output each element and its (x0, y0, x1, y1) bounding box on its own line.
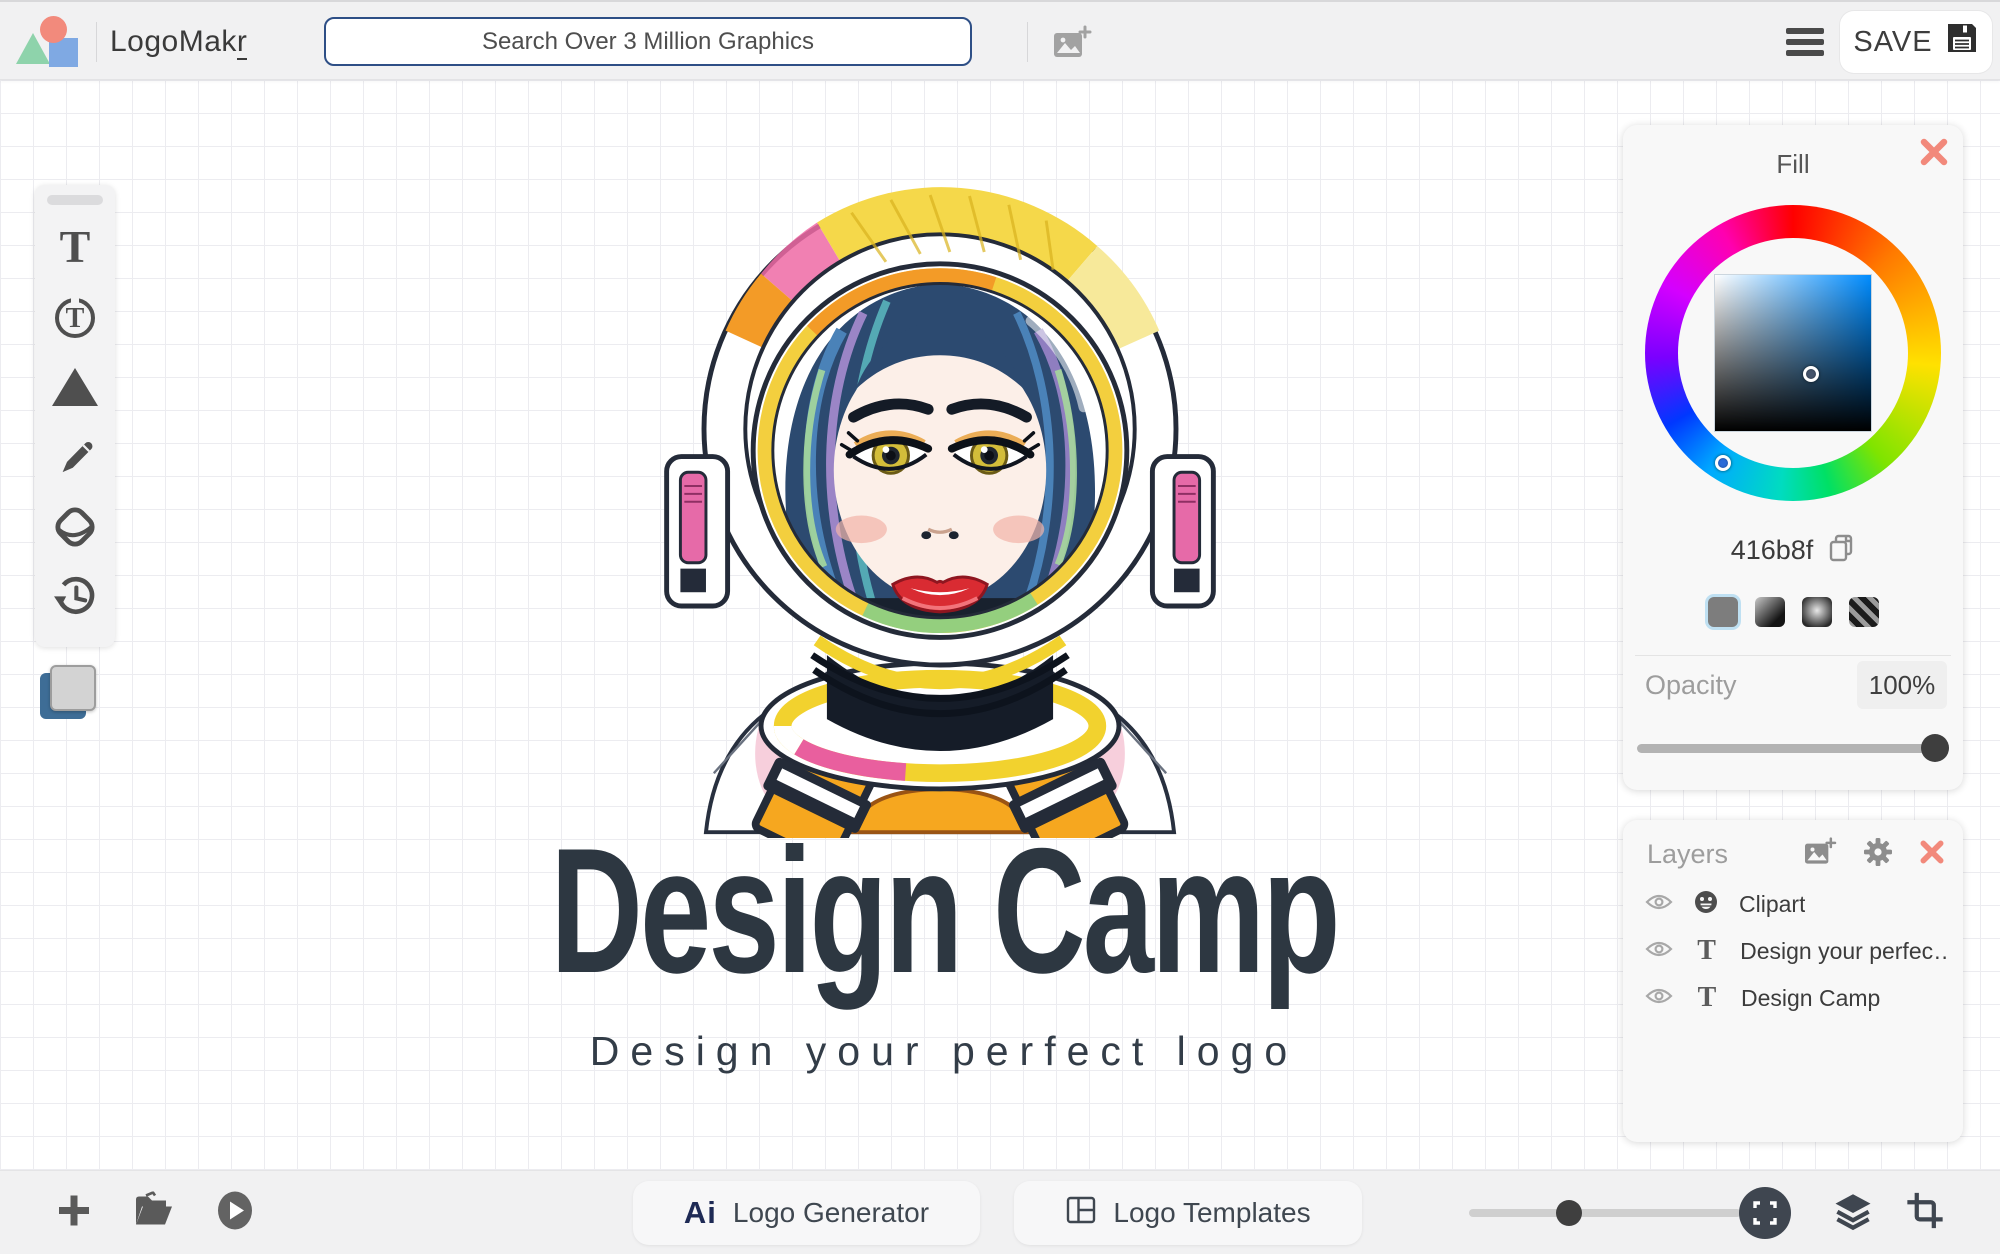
brand-name-tail: r (236, 25, 248, 60)
layer-label: Design Camp (1741, 984, 1881, 1011)
opacity-value: 100% (1868, 669, 1936, 700)
layers-panel-header: Layers (1647, 836, 1945, 872)
zoom-slider[interactable] (1469, 1200, 1741, 1226)
layer-label: Design your perfec… (1740, 937, 1949, 964)
layers-add-image-icon[interactable] (1803, 836, 1837, 872)
visibility-eye-icon[interactable] (1645, 987, 1673, 1010)
logo-templates-label: Logo Templates (1113, 1197, 1311, 1228)
fill-panel: Fill 416b8f Opacity 100% (1623, 125, 1963, 790)
canvas-title-text: Design Camp (550, 811, 1340, 1010)
opacity-slider[interactable] (1637, 733, 1949, 763)
canvas-subtitle-text: Design your perfect logo (589, 1028, 1299, 1074)
saturation-cursor[interactable] (1803, 366, 1819, 382)
fill-bucket-tool[interactable] (47, 499, 103, 555)
hex-color-value[interactable]: 416b8f (1731, 535, 1814, 566)
visibility-eye-icon[interactable] (1645, 893, 1673, 916)
clipart-layer-icon (1693, 889, 1719, 920)
search-input[interactable] (324, 17, 972, 66)
search-box (324, 17, 972, 66)
ai-icon: Ai (683, 1195, 717, 1230)
hue-cursor[interactable] (1715, 455, 1731, 471)
opacity-slider-knob[interactable] (1921, 734, 1949, 762)
zoom-slider-knob[interactable] (1556, 1200, 1582, 1226)
play-tutorial-icon[interactable] (214, 1189, 256, 1236)
layers-settings-gear-icon[interactable] (1863, 837, 1893, 872)
shapes-tool[interactable] (47, 359, 103, 415)
canvas-text-title[interactable]: Design Camp (397, 822, 1490, 1000)
topbar-divider (96, 22, 97, 62)
fit-to-screen-button[interactable] (1739, 1187, 1791, 1239)
brand-wordmark: LogoMakr (110, 25, 248, 60)
logo-circle-shape (40, 16, 67, 43)
open-folder-icon[interactable] (132, 1190, 176, 1234)
opacity-slider-track[interactable] (1637, 744, 1949, 753)
logo-templates-button[interactable]: Logo Templates (1014, 1181, 1362, 1245)
template-layout-icon (1065, 1194, 1097, 1233)
tools-panel: T T (35, 185, 115, 647)
copy-icon[interactable] (1827, 533, 1855, 568)
top-bar: LogoMakr SAVE (0, 0, 2000, 80)
floppy-disk-icon (1945, 21, 1979, 63)
brand-logo-icon[interactable] (16, 16, 82, 70)
visibility-eye-icon[interactable] (1645, 940, 1673, 963)
clipart-astronaut-girl[interactable] (645, 138, 1235, 867)
design-canvas[interactable]: T T Design Camp Design your perfect logo… (0, 80, 2000, 1170)
radial-gradient-fill-swatch[interactable] (1801, 597, 1832, 627)
opacity-value-field[interactable]: 100% (1857, 661, 1947, 709)
layer-row-clipart[interactable]: Clipart (1645, 884, 1949, 924)
fill-panel-divider (1635, 655, 1951, 656)
add-image-icon[interactable] (1052, 25, 1092, 66)
save-button-label: SAVE (1853, 25, 1933, 58)
fill-style-swatches (1623, 597, 1963, 627)
curved-text-tool[interactable]: T (47, 289, 103, 345)
layers-panel-close-icon[interactable] (1919, 839, 1945, 870)
fill-panel-title: Fill (1776, 149, 1810, 179)
draw-tool[interactable] (47, 429, 103, 485)
svg-text:T: T (66, 303, 85, 334)
layers-toggle-icon[interactable] (1833, 1190, 1873, 1235)
history-tool[interactable] (47, 569, 103, 625)
logo-generator-button[interactable]: Ai Logo Generator (633, 1181, 980, 1245)
layer-row-title-text[interactable]: T Design Camp (1645, 978, 1949, 1018)
linear-gradient-fill-swatch[interactable] (1754, 597, 1785, 627)
opacity-label: Opacity (1645, 670, 1737, 700)
bottom-bar: Ai Logo Generator Logo Templates (0, 1170, 2000, 1254)
canvas-text-subtitle[interactable]: Design your perfect logo (590, 1028, 1298, 1075)
current-color-swatches[interactable] (40, 665, 110, 733)
pattern-fill-swatch[interactable] (1848, 597, 1879, 627)
layer-label: Clipart (1739, 890, 1806, 917)
stroke-color-swatch[interactable] (50, 665, 96, 711)
logo-generator-label: Logo Generator (732, 1197, 930, 1228)
color-wheel[interactable] (1645, 205, 1941, 501)
text-tool[interactable]: T (47, 219, 103, 275)
layers-panel-title: Layers (1647, 838, 1729, 869)
layers-panel: Layers Clipart T Design your perfec… T D… (1623, 820, 1963, 1142)
save-button[interactable]: SAVE (1840, 11, 1992, 73)
topbar-divider (1027, 22, 1028, 62)
menu-icon[interactable] (1786, 28, 1824, 56)
logomakr-app: LogoMakr SAVE (0, 0, 2000, 1254)
solid-fill-swatch[interactable] (1707, 597, 1738, 627)
text-layer-icon: T (1697, 982, 1717, 1013)
layer-row-subtitle-text[interactable]: T Design your perfec… (1645, 931, 1949, 971)
crop-icon[interactable] (1905, 1190, 1945, 1235)
saturation-square[interactable] (1714, 274, 1872, 432)
brand-name-head: LogoMak (110, 25, 237, 58)
add-new-icon[interactable] (54, 1190, 94, 1235)
text-layer-icon: T (1697, 935, 1716, 966)
toolbar-drag-handle[interactable] (47, 195, 103, 205)
